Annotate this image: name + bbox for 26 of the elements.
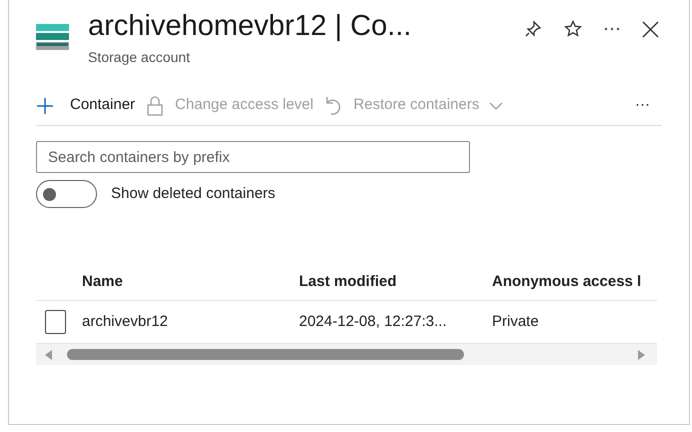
column-header[interactable]: Anonymous access l <box>492 270 657 294</box>
column-header[interactable]: Name <box>82 270 299 294</box>
add-container-button[interactable]: Container <box>36 94 136 117</box>
toggle-label: Show deleted containers <box>111 184 276 204</box>
column-header[interactable]: Last modified <box>299 270 492 294</box>
pin-icon[interactable] <box>524 20 542 38</box>
lock-icon <box>147 96 164 116</box>
close-icon[interactable] <box>642 20 659 38</box>
search-field[interactable]: Search containers by prefix <box>36 141 470 173</box>
scroll-right-icon[interactable] <box>637 350 645 360</box>
row-checkbox[interactable] <box>45 310 66 334</box>
window-title: archivehomevbr12 | Co... <box>88 9 412 44</box>
toggle-switch[interactable] <box>36 180 97 208</box>
more-button[interactable]: ··· <box>635 94 650 117</box>
storage-icon <box>36 24 69 50</box>
table-cell-text: 2024-12-08, 12:27:3... <box>299 312 448 332</box>
star-icon[interactable] <box>564 20 582 38</box>
plus-icon <box>36 96 54 114</box>
chevron-down-icon <box>489 102 504 110</box>
more-icon[interactable] <box>604 27 620 31</box>
scroll-left-icon[interactable] <box>45 350 53 360</box>
scrollbar-thumb[interactable] <box>67 349 464 360</box>
window-subtitle: Storage account <box>88 48 191 67</box>
undo-icon <box>325 96 342 116</box>
table-cell-text: Private <box>492 312 540 332</box>
table-cell[interactable]: archivevbr12 <box>82 310 299 334</box>
